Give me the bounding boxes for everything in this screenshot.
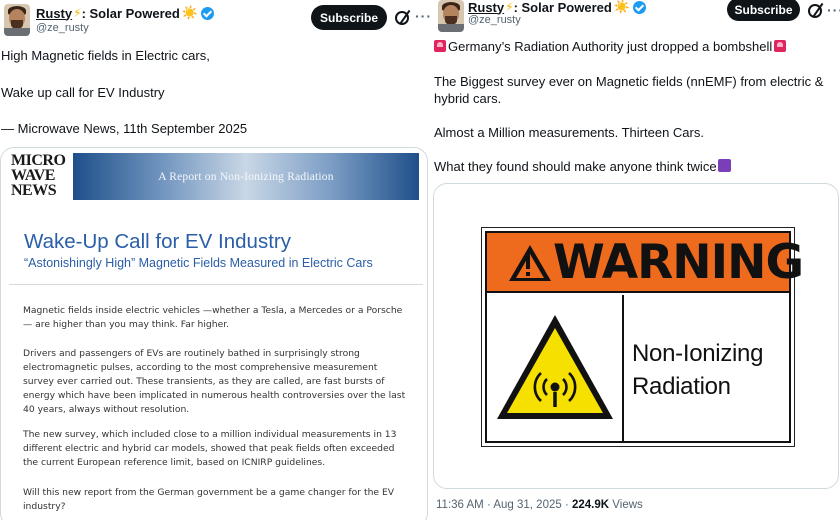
microwave-news-logo: MICRO WAVE NEWS	[11, 152, 66, 199]
more-options-icon[interactable]: ···	[415, 8, 431, 24]
warning-text-panel: Non-Ionizing Radiation	[626, 295, 789, 441]
radiation-symbol-panel	[487, 295, 624, 441]
post-text-line: The Biggest survey ever on Magnetic fiel…	[434, 74, 824, 89]
post-text-line: What they found should make anyone think…	[434, 158, 731, 175]
subscribe-button[interactable]: Subscribe	[311, 5, 387, 30]
report-subtitle: “Astonishingly High” Magnetic Fields Mea…	[24, 256, 373, 270]
avatar[interactable]	[438, 0, 464, 32]
author-name-suffix[interactable]: : Solar Powered	[82, 6, 180, 21]
view-label: Views	[612, 499, 643, 511]
author-name-suffix[interactable]: : Solar Powered	[514, 0, 612, 15]
author-name[interactable]: Rusty ⚡ : Solar Powered ☀️	[36, 5, 214, 21]
sun-icon: ☀️	[613, 0, 630, 14]
lightning-bolt-icon: ⚡	[73, 6, 82, 20]
avatar[interactable]	[4, 4, 30, 36]
post-text-line: Germany’s Radiation Authority just dropp…	[434, 38, 787, 55]
verified-badge-icon	[201, 6, 214, 20]
warning-text: Non-Ionizing Radiation	[632, 340, 764, 400]
post-text-line: Wake up call for EV Industry	[1, 85, 165, 100]
report-paragraph: Magnetic fields inside electric vehicles…	[23, 305, 403, 330]
media-card-report[interactable]: MICRO WAVE NEWS A Report on Non-Ionizing…	[0, 147, 428, 520]
thread-spool-icon	[717, 159, 731, 172]
report-title: Wake-Up Call for EV Industry	[24, 230, 291, 253]
sun-icon: ☀️	[181, 5, 198, 20]
report-paragraph: Will this new report from the German gov…	[23, 487, 395, 512]
warning-sign: WARNING Non-Ionizing Radiation	[481, 227, 804, 447]
author-name-text[interactable]: Rusty	[36, 6, 72, 21]
grok-icon[interactable]	[808, 4, 822, 18]
warning-header: WARNING	[487, 233, 804, 293]
radiation-symbol-icon	[497, 315, 613, 419]
post-text-line: — Microwave News, 11th September 2025	[1, 121, 248, 136]
post-right: Rusty ⚡ : Solar Powered ☀️ @ze_rusty Sub…	[431, 0, 840, 520]
report-paragraph: Drivers and passengers of EVs are routin…	[23, 348, 406, 415]
report-paragraph: The new survey, which included close to …	[23, 429, 397, 468]
warning-header-text: WARNING	[553, 235, 804, 290]
warning-triangle-icon	[509, 245, 551, 281]
more-options-icon[interactable]: ···	[827, 2, 840, 18]
post-time[interactable]: 11:36 AM	[436, 499, 484, 511]
report-banner-text: A Report on Non-Ionizing Radiation	[158, 170, 334, 183]
lightning-bolt-icon: ⚡	[505, 0, 514, 14]
siren-icon	[434, 40, 446, 52]
post-left: Rusty ⚡ : Solar Powered ☀️ @ze_rusty Sub…	[0, 0, 431, 520]
subscribe-button[interactable]: Subscribe	[727, 0, 800, 21]
verified-badge-icon	[633, 0, 646, 14]
author-handle[interactable]: @ze_rusty	[36, 22, 89, 34]
view-count: 224.9K	[572, 499, 610, 511]
media-card-warning[interactable]: WARNING Non-Ionizing Radiation	[433, 183, 839, 489]
report-banner: A Report on Non-Ionizing Radiation	[73, 153, 419, 200]
post-meta: 11:36 AM · Aug 31, 2025 · 224.9K Views	[436, 499, 643, 511]
report-rule	[9, 284, 423, 285]
author-handle[interactable]: @ze_rusty	[468, 14, 521, 26]
author-name-text[interactable]: Rusty	[468, 0, 504, 15]
siren-icon	[774, 40, 787, 52]
author-name[interactable]: Rusty ⚡ : Solar Powered ☀️	[468, 0, 646, 15]
grok-icon[interactable]	[395, 11, 409, 25]
post-date[interactable]: Aug 31, 2025	[493, 499, 561, 511]
post-text-line: Almost a Million measurements. Thirteen …	[434, 125, 704, 140]
post-text-line: High Magnetic fields in Electric cars,	[1, 48, 210, 63]
post-text-line: hybrid cars.	[434, 91, 502, 106]
